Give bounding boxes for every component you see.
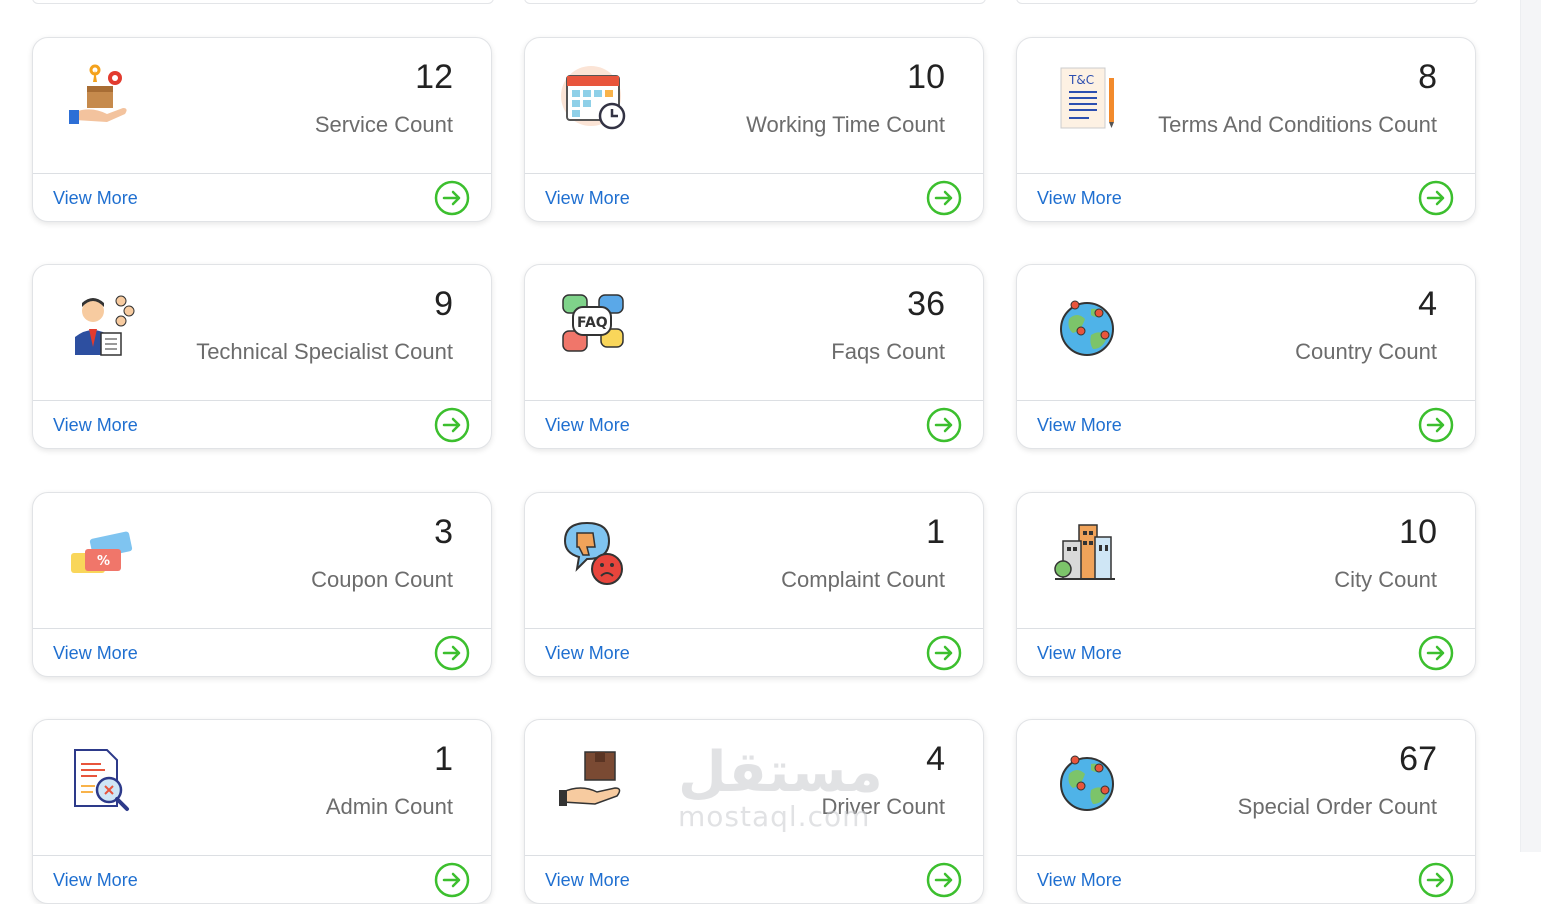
arrow-right-circle-icon[interactable] — [926, 635, 962, 671]
view-more-link[interactable]: View More — [545, 415, 630, 436]
stat-label: Working Time Count — [746, 112, 945, 137]
stat-card-country: 4 Country Count View More — [1016, 264, 1476, 449]
stat-label: Technical Specialist Count — [196, 339, 453, 364]
card-divider — [1017, 855, 1475, 856]
city-buildings-icon — [1051, 519, 1121, 589]
svg-text:T&C: T&C — [1068, 73, 1094, 87]
view-more-link[interactable]: View More — [545, 870, 630, 891]
stat-card-special-order: 67 Special Order Count View More — [1016, 719, 1476, 904]
calendar-clock-icon — [559, 64, 629, 134]
previous-card-edge — [524, 0, 986, 4]
card-divider — [33, 628, 491, 629]
arrow-right-circle-icon[interactable] — [434, 862, 470, 898]
stat-count: 36 — [907, 285, 945, 323]
stat-label: Service Count — [314, 112, 453, 137]
stat-label: Country Count — [1295, 339, 1437, 364]
terms-document-icon: T&C — [1051, 64, 1121, 134]
stat-count: 8 — [1418, 58, 1437, 96]
view-more-link[interactable]: View More — [545, 188, 630, 209]
stat-card-admin: 1 Admin Count View More — [32, 719, 492, 904]
arrow-right-circle-icon[interactable] — [926, 180, 962, 216]
globe-pins-icon — [1051, 746, 1121, 816]
view-more-link[interactable]: View More — [1037, 188, 1122, 209]
stat-count: 12 — [415, 58, 453, 96]
stat-label: Faqs Count — [831, 339, 945, 364]
view-more-link[interactable]: View More — [1037, 870, 1122, 891]
card-divider — [525, 400, 983, 401]
stat-count: 4 — [926, 740, 945, 778]
scrollbar-track[interactable] — [1520, 0, 1541, 852]
document-search-icon — [67, 746, 137, 816]
stat-count: 9 — [434, 285, 453, 323]
card-divider — [33, 855, 491, 856]
stat-count: 3 — [434, 513, 453, 551]
view-more-link[interactable]: View More — [1037, 415, 1122, 436]
hand-package-icon — [559, 746, 629, 816]
arrow-right-circle-icon[interactable] — [926, 862, 962, 898]
stat-label: Coupon Count — [311, 567, 453, 592]
stat-card-complaint: 1 Complaint Count View More — [524, 492, 984, 677]
previous-card-edge — [1016, 0, 1478, 4]
stat-card-coupon: % 3 Coupon Count View More — [32, 492, 492, 677]
globe-pins-icon — [1051, 291, 1121, 361]
stat-count: 10 — [1399, 513, 1437, 551]
stat-label: Terms And Conditions Count — [1158, 112, 1437, 137]
stat-count: 1 — [926, 513, 945, 551]
arrow-right-circle-icon[interactable] — [434, 180, 470, 216]
stat-label: Admin Count — [325, 794, 453, 819]
service-box-icon — [67, 64, 137, 134]
svg-text:%: % — [97, 554, 110, 569]
stat-count: 1 — [434, 740, 453, 778]
view-more-link[interactable]: View More — [1037, 643, 1122, 664]
stat-count: 4 — [1418, 285, 1437, 323]
view-more-link[interactable]: View More — [53, 643, 138, 664]
card-divider — [525, 628, 983, 629]
stat-card-working-time: 10 Working Time Count View More — [524, 37, 984, 222]
view-more-link[interactable]: View More — [53, 188, 138, 209]
stat-card-service: 12 Service Count View More — [32, 37, 492, 222]
view-more-link[interactable]: View More — [545, 643, 630, 664]
card-divider — [1017, 173, 1475, 174]
stat-label: City Count — [1334, 567, 1437, 592]
stat-card-driver: 4 Driver Count View More — [524, 719, 984, 904]
stat-count: 10 — [907, 58, 945, 96]
card-divider — [1017, 400, 1475, 401]
card-divider — [525, 855, 983, 856]
view-more-link[interactable]: View More — [53, 870, 138, 891]
arrow-right-circle-icon[interactable] — [1418, 862, 1454, 898]
complaint-thumbs-down-icon — [559, 519, 629, 589]
arrow-right-circle-icon[interactable] — [1418, 635, 1454, 671]
card-divider — [33, 173, 491, 174]
card-divider — [1017, 628, 1475, 629]
stat-card-city: 10 City Count View More — [1016, 492, 1476, 677]
stat-label: Driver Count — [821, 794, 945, 819]
arrow-right-circle-icon[interactable] — [434, 407, 470, 443]
arrow-right-circle-icon[interactable] — [434, 635, 470, 671]
coupon-tickets-icon: % — [67, 519, 137, 589]
stat-count: 67 — [1399, 740, 1437, 778]
previous-card-edge — [32, 0, 494, 4]
arrow-right-circle-icon[interactable] — [1418, 407, 1454, 443]
faq-bubbles-icon: FAQ — [559, 291, 629, 361]
card-divider — [525, 173, 983, 174]
stat-card-faqs: FAQ 36 Faqs Count View More — [524, 264, 984, 449]
svg-text:FAQ: FAQ — [577, 315, 608, 331]
stat-label: Special Order Count — [1237, 794, 1437, 819]
view-more-link[interactable]: View More — [53, 415, 138, 436]
stat-card-technical-specialist: 9 Technical Specialist Count View More — [32, 264, 492, 449]
arrow-right-circle-icon[interactable] — [926, 407, 962, 443]
specialist-person-icon — [67, 291, 137, 361]
stat-card-terms: T&C 8 Terms And Conditions Count View Mo… — [1016, 37, 1476, 222]
card-divider — [33, 400, 491, 401]
arrow-right-circle-icon[interactable] — [1418, 180, 1454, 216]
stat-label: Complaint Count — [781, 567, 945, 592]
